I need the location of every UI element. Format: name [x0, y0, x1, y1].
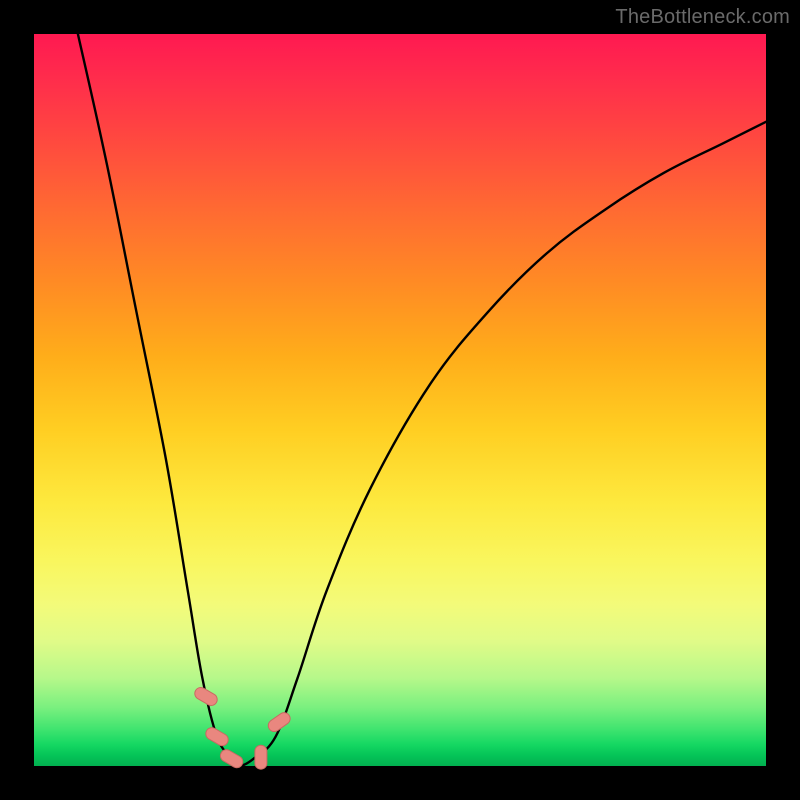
curve-markers — [193, 685, 293, 770]
marker-left-upper — [193, 685, 220, 707]
marker-trough-right — [255, 745, 267, 769]
marker-trough-left — [218, 748, 245, 770]
chart-frame: TheBottleneck.com — [0, 0, 800, 800]
chart-svg — [34, 34, 766, 766]
plot-area — [34, 34, 766, 766]
watermark-text: TheBottleneck.com — [615, 6, 790, 29]
bottleneck-curve — [78, 34, 766, 766]
marker-left-lower — [204, 726, 231, 748]
